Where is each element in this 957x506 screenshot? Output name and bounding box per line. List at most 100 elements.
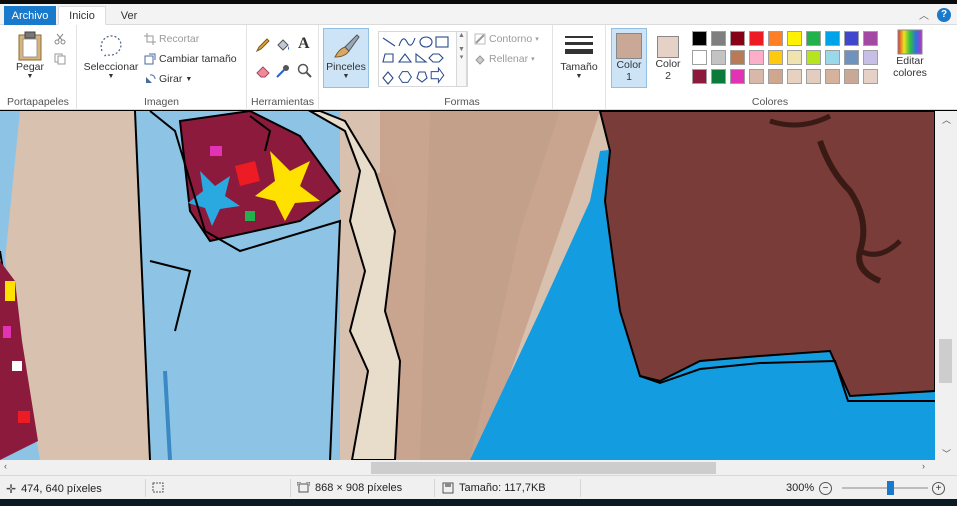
color-swatch[interactable] <box>730 50 745 65</box>
help-icon[interactable]: ? <box>937 7 951 22</box>
drawing-canvas[interactable] <box>0 111 935 460</box>
edit-colors-button[interactable]: Editar colores <box>889 29 931 79</box>
color-swatch[interactable] <box>806 69 821 84</box>
horizontal-scroll-thumb[interactable] <box>371 462 716 474</box>
cursor-position: ✛ 474, 640 píxeles <box>6 482 102 496</box>
color1-label: Color <box>616 59 642 71</box>
color1-swatch <box>616 33 642 59</box>
tab-file[interactable]: Archivo <box>4 6 56 25</box>
brushes-label: Pinceles <box>326 61 366 73</box>
free-select-icon <box>100 35 122 58</box>
crop-icon <box>144 33 156 45</box>
color-swatch[interactable] <box>806 50 821 65</box>
ribbon: Pegar ▼ Portapapeles Seleccionar ▼ Recor… <box>0 25 957 110</box>
color-swatch[interactable] <box>749 69 764 84</box>
outline-button[interactable]: Contorno ▾ <box>474 33 539 45</box>
pencil-icon[interactable] <box>255 37 271 53</box>
zoom-level: 300% <box>786 482 814 494</box>
color-swatch[interactable] <box>692 50 707 65</box>
vertical-scrollbar[interactable]: ︿ ﹀ <box>935 111 957 460</box>
taskbar-strip <box>0 499 957 506</box>
group-image: Seleccionar ▼ Recortar Cambiar tamaño Gi… <box>77 25 247 110</box>
color-swatch[interactable] <box>844 50 859 65</box>
resize-button[interactable]: Cambiar tamaño <box>144 53 237 65</box>
scroll-left-icon[interactable]: ‹ <box>4 461 7 471</box>
color2-label: Color <box>655 58 681 70</box>
color-swatch[interactable] <box>692 69 707 84</box>
size-label: Tamaño <box>560 61 598 73</box>
vertical-scroll-thumb[interactable] <box>939 339 952 383</box>
group-shapes: ▲ ▼ ▾ Contorno ▾ Rellenar ▾ Formas <box>372 25 553 110</box>
select-label: Seleccionar <box>83 61 139 73</box>
color-swatch[interactable] <box>863 31 878 46</box>
color-swatch[interactable] <box>711 50 726 65</box>
shapes-icons <box>382 36 449 85</box>
magnifier-icon[interactable] <box>297 63 313 79</box>
color-swatch[interactable] <box>863 50 878 65</box>
color-swatch[interactable] <box>844 69 859 84</box>
color-swatch[interactable] <box>863 69 878 84</box>
color-swatch[interactable] <box>787 69 802 84</box>
text-tool-icon[interactable]: A <box>298 35 310 53</box>
brushes-button[interactable]: Pinceles ▼ <box>323 28 369 88</box>
status-divider <box>434 479 435 497</box>
fill-button[interactable]: Rellenar ▾ <box>474 53 535 65</box>
color-swatch[interactable] <box>806 31 821 46</box>
chevron-down-icon: ▾ <box>531 56 535 63</box>
fill-bucket-icon[interactable] <box>275 37 291 53</box>
color1-button[interactable]: Color 1 <box>611 28 647 88</box>
scroll-up-icon[interactable]: ︿ <box>942 113 951 126</box>
copy-icon[interactable] <box>54 53 66 65</box>
select-button[interactable]: Seleccionar ▼ <box>83 31 139 80</box>
image-size-icon <box>297 482 310 493</box>
color-swatch[interactable] <box>787 50 802 65</box>
color-swatch[interactable] <box>730 31 745 46</box>
color2-button[interactable]: Color 2 <box>650 28 686 88</box>
edit-colors-label: Editar <box>896 55 924 67</box>
zoom-slider-thumb[interactable] <box>887 481 894 495</box>
tab-view[interactable]: Ver <box>112 6 146 25</box>
color-swatch[interactable] <box>692 31 707 46</box>
shapes-scroll[interactable]: ▲ ▼ ▾ <box>456 31 467 87</box>
tab-home[interactable]: Inicio <box>58 6 106 25</box>
edit-colors-label-2: colores <box>893 67 927 79</box>
color-swatch[interactable] <box>749 50 764 65</box>
zoom-slider-track[interactable] <box>842 487 928 489</box>
color-wheel-icon <box>897 29 923 55</box>
eraser-icon[interactable] <box>255 63 271 79</box>
scissors-icon[interactable] <box>54 33 66 45</box>
scroll-right-icon[interactable]: › <box>922 461 925 471</box>
scroll-down-icon[interactable]: ﹀ <box>942 447 951 460</box>
shapes-group-label: Formas <box>444 96 480 108</box>
color-swatch[interactable] <box>825 69 840 84</box>
rotate-button[interactable]: Girar ▼ <box>144 73 192 85</box>
crop-button[interactable]: Recortar <box>144 33 199 45</box>
color-swatch[interactable] <box>825 50 840 65</box>
zoom-out-button[interactable]: − <box>819 482 832 495</box>
color-swatch[interactable] <box>768 69 783 84</box>
zoom-in-button[interactable]: + <box>932 482 945 495</box>
color-swatch[interactable] <box>787 31 802 46</box>
horizontal-scrollbar[interactable]: ‹ › <box>0 460 935 475</box>
color-swatch[interactable] <box>768 50 783 65</box>
color-swatch[interactable] <box>711 69 726 84</box>
fill-icon <box>475 55 485 65</box>
resize-label: Cambiar tamaño <box>159 53 237 65</box>
chevron-down-icon: ▼ <box>26 73 34 80</box>
color-picker-icon[interactable] <box>275 63 291 79</box>
size-button[interactable]: Tamaño ▼ <box>557 31 601 80</box>
fill-label: Rellenar <box>489 53 529 65</box>
color-swatch[interactable] <box>768 31 783 46</box>
chevron-down-icon: ▼ <box>342 73 350 80</box>
color-swatch[interactable] <box>711 31 726 46</box>
collapse-ribbon-icon[interactable]: ︿ <box>919 7 929 22</box>
resize-icon <box>144 53 156 65</box>
color-swatch[interactable] <box>825 31 840 46</box>
color-swatch[interactable] <box>844 31 859 46</box>
paste-button[interactable]: Pegar ▼ <box>12 31 48 80</box>
color-swatch[interactable] <box>730 69 745 84</box>
image-dimensions: 868 × 908 píxeles <box>297 482 402 494</box>
shapes-gallery[interactable] <box>378 31 468 87</box>
brush-icon <box>334 34 360 58</box>
color-swatch[interactable] <box>749 31 764 46</box>
